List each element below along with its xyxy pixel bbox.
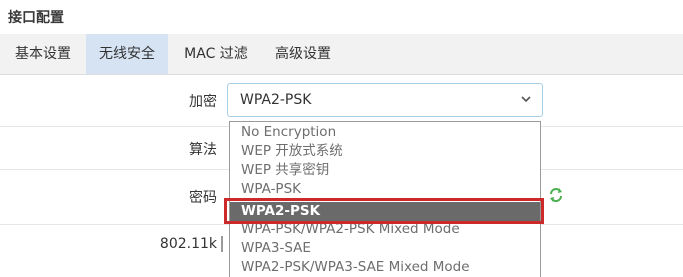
dot11k-control-edge bbox=[221, 236, 229, 252]
tab-wireless-security[interactable]: 无线安全 bbox=[86, 34, 168, 74]
tab-basic-settings[interactable]: 基本设置 bbox=[0, 34, 86, 74]
option-wep-shared[interactable]: WEP 共享密钥 bbox=[230, 161, 540, 180]
algorithm-label: 算法 bbox=[189, 142, 217, 158]
option-wep-open[interactable]: WEP 开放式系统 bbox=[230, 142, 540, 161]
encryption-select[interactable]: WPA2-PSK bbox=[227, 83, 543, 117]
password-label: 密码 bbox=[189, 190, 217, 206]
dot11k-label: 802.11k bbox=[159, 236, 217, 252]
page-title: 接口配置 bbox=[8, 10, 64, 26]
tab-advanced-settings[interactable]: 高级设置 bbox=[260, 34, 346, 74]
encryption-label: 加密 bbox=[189, 94, 217, 110]
option-wpa3-sae[interactable]: WPA3-SAE bbox=[230, 239, 540, 258]
tab-bar: 基本设置 无线安全 MAC 过滤 高级设置 bbox=[0, 34, 683, 75]
refresh-icon[interactable] bbox=[548, 187, 564, 203]
tab-mac-filter[interactable]: MAC 过滤 bbox=[172, 34, 260, 74]
selection-highlight-annotation bbox=[224, 198, 544, 224]
chevron-down-icon bbox=[521, 96, 531, 103]
page-header: 接口配置 bbox=[0, 0, 683, 32]
option-wpa-psk[interactable]: WPA-PSK bbox=[230, 180, 540, 199]
option-no-encryption[interactable]: No Encryption bbox=[230, 123, 540, 142]
encryption-select-value: WPA2-PSK bbox=[240, 92, 312, 108]
option-wpa2-wpa3-mixed[interactable]: WPA2-PSK/WPA3-SAE Mixed Mode bbox=[230, 258, 540, 277]
